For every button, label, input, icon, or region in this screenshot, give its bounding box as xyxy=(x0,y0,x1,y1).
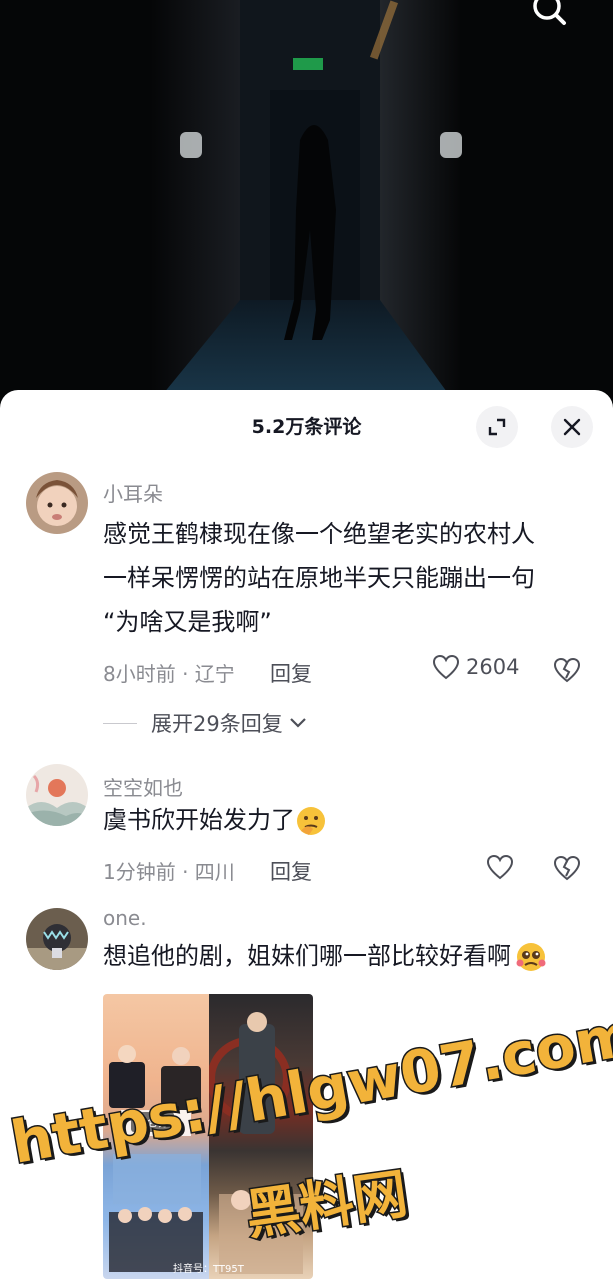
comment-line: “为啥又是我啊” xyxy=(103,608,272,636)
thinking-emoji-icon xyxy=(297,807,325,835)
like-button[interactable] xyxy=(486,854,514,880)
avatar[interactable] xyxy=(26,908,88,970)
comment-item: 空空如也 虞书欣开始发力了 1分钟前 · 四川 回复 xyxy=(0,764,613,884)
username[interactable]: 空空如也 xyxy=(103,772,183,801)
close-icon xyxy=(563,418,581,436)
search-icon xyxy=(533,0,566,25)
expand-icon xyxy=(488,418,506,436)
comment-item: one. 想追他的剧，姐妹们哪一部比较好看啊 特仑苏 抖音号：TT95T xyxy=(0,906,613,1280)
comment-item: 小耳朵 感觉王鹤棣现在像一个绝望老实的农村人 一样呆愣愣的站在原地半天只能蹦出一… xyxy=(0,472,613,742)
comment-line: 想追他的剧，姐妹们哪一部比较好看啊 xyxy=(103,942,511,970)
divider xyxy=(103,722,137,724)
dislike-button[interactable] xyxy=(552,854,582,882)
comment-text: 感觉王鹤棣现在像一个绝望老实的农村人 一样呆愣愣的站在原地半天只能蹦出一句 “为… xyxy=(103,512,573,644)
comment-sheet: 5.2万条评论 小耳朵 感觉王鹤棣现在像一个绝望老实的农村人 一样呆愣愣的站在原… xyxy=(0,390,613,1280)
image-attachment[interactable]: 特仑苏 抖音号：TT95T xyxy=(103,994,313,1279)
poster-tag: 特仑苏 xyxy=(131,1112,174,1132)
username[interactable]: one. xyxy=(103,906,147,930)
dislike-button[interactable] xyxy=(552,656,582,684)
video-player[interactable] xyxy=(0,0,613,410)
comment-text: 虞书欣开始发力了 xyxy=(103,798,573,842)
drama-poster: 特仑苏 xyxy=(103,994,209,1279)
broken-heart-icon xyxy=(553,855,581,881)
comment-count-title: 5.2万条评论 xyxy=(251,416,362,438)
like-button[interactable]: 2604 xyxy=(432,654,519,680)
drama-poster xyxy=(207,994,313,1279)
poster-caption: 抖音号：TT95T xyxy=(173,1264,244,1275)
reply-button[interactable]: 回复 xyxy=(270,658,312,688)
heart-icon xyxy=(432,654,460,680)
comment-text: 想追他的剧，姐妹们哪一部比较好看啊 xyxy=(103,934,573,978)
username[interactable]: 小耳朵 xyxy=(103,478,163,507)
comment-line: 感觉王鹤棣现在像一个绝望老实的农村人 xyxy=(103,520,535,548)
comment-meta: 8小时前 · 辽宁 xyxy=(103,662,235,686)
comment-line: 虞书欣开始发力了 xyxy=(103,806,295,834)
chevron-down-icon xyxy=(289,718,306,728)
like-count: 2604 xyxy=(466,655,520,679)
close-button[interactable] xyxy=(551,406,593,448)
heart-icon xyxy=(486,854,514,880)
avatar[interactable] xyxy=(26,764,88,826)
search-button[interactable] xyxy=(529,0,573,30)
comment-meta: 1分钟前 · 四川 xyxy=(103,860,235,884)
expand-replies-button[interactable]: 展开29条回复 xyxy=(103,708,309,738)
comment-line: 一样呆愣愣的站在原地半天只能蹦出一句 xyxy=(103,564,535,592)
expand-button[interactable] xyxy=(476,406,518,448)
avatar[interactable] xyxy=(26,472,88,534)
sheet-header: 5.2万条评论 xyxy=(0,390,613,458)
reply-button[interactable]: 回复 xyxy=(270,856,312,886)
pleading-emoji-icon xyxy=(516,943,546,971)
video-frame xyxy=(0,0,613,410)
broken-heart-icon xyxy=(553,657,581,683)
expand-replies-label: 展开29条回复 xyxy=(151,712,283,736)
